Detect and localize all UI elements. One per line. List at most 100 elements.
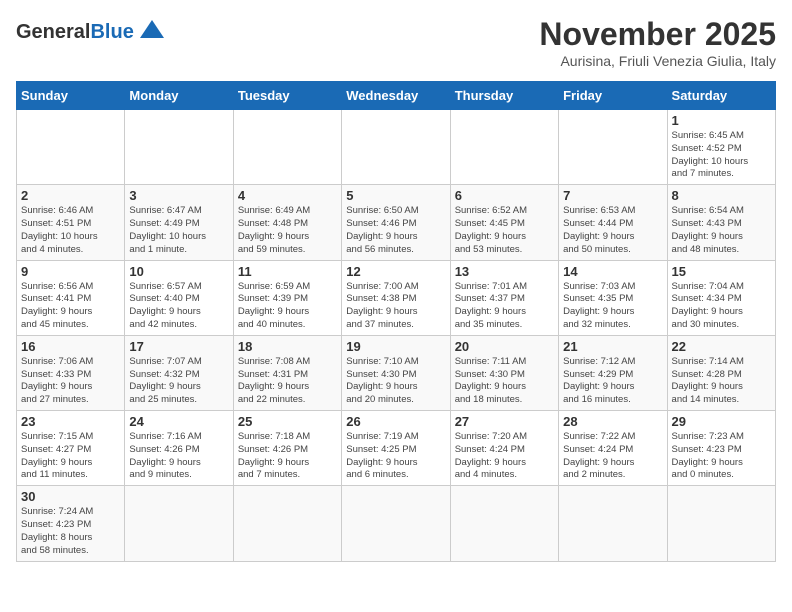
day-number: 6 [455, 188, 554, 203]
day-info: Sunrise: 7:11 AM Sunset: 4:30 PM Dayligh… [455, 356, 554, 407]
weekday-header-tuesday: Tuesday [233, 82, 341, 110]
weekday-header-saturday: Saturday [667, 82, 775, 110]
day-info: Sunrise: 7:22 AM Sunset: 4:24 PM Dayligh… [563, 431, 662, 482]
day-info: Sunrise: 6:47 AM Sunset: 4:49 PM Dayligh… [129, 205, 228, 256]
calendar-cell: 8 Sunrise: 6:54 AM Sunset: 4:43 PM Daylig… [667, 185, 775, 260]
calendar-cell: 15Sunrise: 7:04 AM Sunset: 4:34 PM Dayli… [667, 260, 775, 335]
calendar-cell: 26Sunrise: 7:19 AM Sunset: 4:25 PM Dayli… [342, 411, 450, 486]
day-number: 14 [563, 264, 662, 279]
calendar-cell [17, 110, 125, 185]
weekday-header-friday: Friday [559, 82, 667, 110]
day-number: 23 [21, 414, 120, 429]
calendar-cell: 6 Sunrise: 6:52 AM Sunset: 4:45 PM Daylig… [450, 185, 558, 260]
calendar-cell: 10Sunrise: 6:57 AM Sunset: 4:40 PM Dayli… [125, 260, 233, 335]
day-info: Sunrise: 7:24 AM Sunset: 4:23 PM Dayligh… [21, 506, 120, 557]
day-number: 7 [563, 188, 662, 203]
calendar-cell: 22 Sunrise: 7:14 AM Sunset: 4:28 PM Dayli… [667, 335, 775, 410]
calendar-cell: 21 Sunrise: 7:12 AM Sunset: 4:29 PM Dayli… [559, 335, 667, 410]
day-number: 2 [21, 188, 120, 203]
calendar-cell [450, 110, 558, 185]
day-number: 21 [563, 339, 662, 354]
day-number: 20 [455, 339, 554, 354]
day-info: Sunrise: 6:46 AM Sunset: 4:51 PM Dayligh… [21, 205, 120, 256]
calendar-cell: 30Sunrise: 7:24 AM Sunset: 4:23 PM Dayli… [17, 486, 125, 561]
calendar-cell [559, 110, 667, 185]
weekday-header-row: SundayMondayTuesdayWednesdayThursdayFrid… [17, 82, 776, 110]
calendar-cell: 5Sunrise: 6:50 AM Sunset: 4:46 PM Daylig… [342, 185, 450, 260]
day-info: Sunrise: 7:15 AM Sunset: 4:27 PM Dayligh… [21, 431, 120, 482]
calendar-week-row: 23 Sunrise: 7:15 AM Sunset: 4:27 PM Dayli… [17, 411, 776, 486]
calendar-cell: 18Sunrise: 7:08 AM Sunset: 4:31 PM Dayli… [233, 335, 341, 410]
day-info: Sunrise: 7:04 AM Sunset: 4:34 PM Dayligh… [672, 281, 771, 332]
day-number: 19 [346, 339, 445, 354]
weekday-header-monday: Monday [125, 82, 233, 110]
calendar-week-row: 16 Sunrise: 7:06 AM Sunset: 4:33 PM Dayli… [17, 335, 776, 410]
month-title: November 2025 [539, 16, 776, 53]
day-info: Sunrise: 7:08 AM Sunset: 4:31 PM Dayligh… [238, 356, 337, 407]
day-number: 25 [238, 414, 337, 429]
day-info: Sunrise: 6:59 AM Sunset: 4:39 PM Dayligh… [238, 281, 337, 332]
calendar-cell: 2 Sunrise: 6:46 AM Sunset: 4:51 PM Daylig… [17, 185, 125, 260]
calendar-cell: 7 Sunrise: 6:53 AM Sunset: 4:44 PM Daylig… [559, 185, 667, 260]
calendar-cell: 19 Sunrise: 7:10 AM Sunset: 4:30 PM Dayli… [342, 335, 450, 410]
logo-content: GeneralBlue [16, 16, 166, 49]
day-info: Sunrise: 7:12 AM Sunset: 4:29 PM Dayligh… [563, 356, 662, 407]
title-section: November 2025 Aurisina, Friuli Venezia G… [539, 16, 776, 69]
day-info: Sunrise: 6:54 AM Sunset: 4:43 PM Dayligh… [672, 205, 771, 256]
day-info: Sunrise: 7:06 AM Sunset: 4:33 PM Dayligh… [21, 356, 120, 407]
calendar-week-row: 1 Sunrise: 6:45 AM Sunset: 4:52 PM Daylig… [17, 110, 776, 185]
calendar-cell: 20 Sunrise: 7:11 AM Sunset: 4:30 PM Dayli… [450, 335, 558, 410]
calendar-cell [125, 110, 233, 185]
day-info: Sunrise: 7:18 AM Sunset: 4:26 PM Dayligh… [238, 431, 337, 482]
logo-icon [138, 16, 166, 49]
day-number: 24 [129, 414, 228, 429]
calendar-table: SundayMondayTuesdayWednesdayThursdayFrid… [16, 81, 776, 562]
calendar-cell: 4Sunrise: 6:49 AM Sunset: 4:48 PM Daylig… [233, 185, 341, 260]
day-info: Sunrise: 6:45 AM Sunset: 4:52 PM Dayligh… [672, 130, 771, 181]
calendar-cell: 11Sunrise: 6:59 AM Sunset: 4:39 PM Dayli… [233, 260, 341, 335]
calendar-cell [667, 486, 775, 561]
day-number: 13 [455, 264, 554, 279]
day-number: 3 [129, 188, 228, 203]
day-number: 27 [455, 414, 554, 429]
calendar-cell: 13 Sunrise: 7:01 AM Sunset: 4:37 PM Dayli… [450, 260, 558, 335]
day-number: 8 [672, 188, 771, 203]
day-info: Sunrise: 6:52 AM Sunset: 4:45 PM Dayligh… [455, 205, 554, 256]
day-info: Sunrise: 7:10 AM Sunset: 4:30 PM Dayligh… [346, 356, 445, 407]
day-info: Sunrise: 7:16 AM Sunset: 4:26 PM Dayligh… [129, 431, 228, 482]
day-info: Sunrise: 7:01 AM Sunset: 4:37 PM Dayligh… [455, 281, 554, 332]
day-number: 5 [346, 188, 445, 203]
day-info: Sunrise: 7:20 AM Sunset: 4:24 PM Dayligh… [455, 431, 554, 482]
calendar-cell: 29 Sunrise: 7:23 AM Sunset: 4:23 PM Dayli… [667, 411, 775, 486]
calendar-cell: 27 Sunrise: 7:20 AM Sunset: 4:24 PM Dayli… [450, 411, 558, 486]
day-number: 29 [672, 414, 771, 429]
calendar-cell [125, 486, 233, 561]
day-info: Sunrise: 7:00 AM Sunset: 4:38 PM Dayligh… [346, 281, 445, 332]
calendar-cell [342, 110, 450, 185]
calendar-cell [450, 486, 558, 561]
day-info: Sunrise: 7:14 AM Sunset: 4:28 PM Dayligh… [672, 356, 771, 407]
calendar-week-row: 30Sunrise: 7:24 AM Sunset: 4:23 PM Dayli… [17, 486, 776, 561]
day-info: Sunrise: 7:07 AM Sunset: 4:32 PM Dayligh… [129, 356, 228, 407]
day-info: Sunrise: 7:23 AM Sunset: 4:23 PM Dayligh… [672, 431, 771, 482]
calendar-cell: 14 Sunrise: 7:03 AM Sunset: 4:35 PM Dayli… [559, 260, 667, 335]
calendar-cell [233, 110, 341, 185]
day-info: Sunrise: 7:03 AM Sunset: 4:35 PM Dayligh… [563, 281, 662, 332]
day-number: 10 [129, 264, 228, 279]
subtitle: Aurisina, Friuli Venezia Giulia, Italy [539, 53, 776, 69]
calendar-cell: 3 Sunrise: 6:47 AM Sunset: 4:49 PM Daylig… [125, 185, 233, 260]
calendar-cell: 16 Sunrise: 7:06 AM Sunset: 4:33 PM Dayli… [17, 335, 125, 410]
calendar-cell: 9Sunrise: 6:56 AM Sunset: 4:41 PM Daylig… [17, 260, 125, 335]
calendar-cell [342, 486, 450, 561]
day-info: Sunrise: 6:53 AM Sunset: 4:44 PM Dayligh… [563, 205, 662, 256]
calendar-cell [559, 486, 667, 561]
calendar-cell: 17Sunrise: 7:07 AM Sunset: 4:32 PM Dayli… [125, 335, 233, 410]
day-number: 4 [238, 188, 337, 203]
weekday-header-thursday: Thursday [450, 82, 558, 110]
weekday-header-wednesday: Wednesday [342, 82, 450, 110]
day-number: 26 [346, 414, 445, 429]
day-number: 22 [672, 339, 771, 354]
day-number: 16 [21, 339, 120, 354]
day-info: Sunrise: 6:56 AM Sunset: 4:41 PM Dayligh… [21, 281, 120, 332]
day-number: 1 [672, 113, 771, 128]
